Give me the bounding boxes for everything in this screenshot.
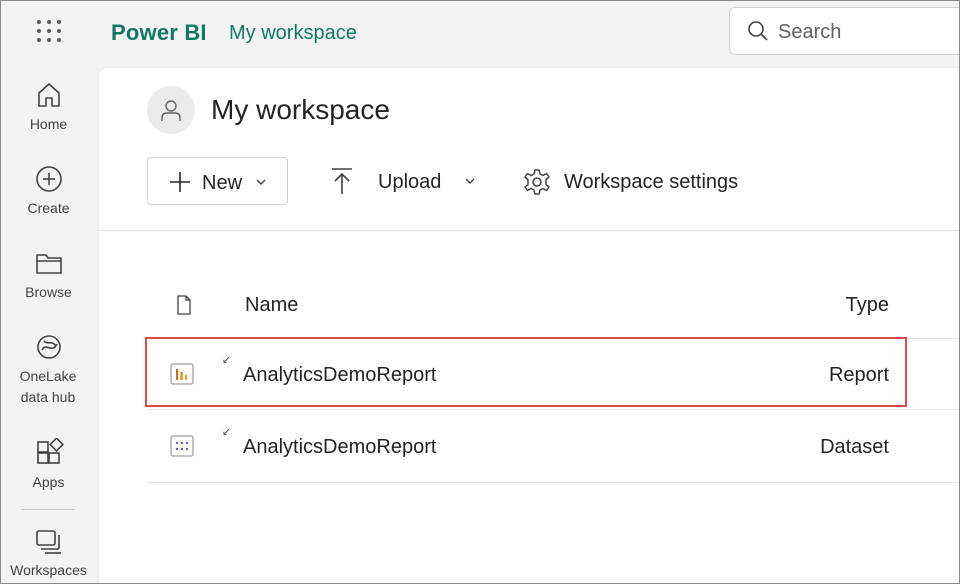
brand-title[interactable]: Power BI — [111, 20, 207, 46]
search-box[interactable] — [729, 7, 960, 55]
table-row[interactable]: ↙ AnalyticsDemoReport Report — [147, 338, 960, 410]
file-type-icon — [177, 295, 191, 315]
create-icon — [35, 166, 62, 192]
apps-icon — [36, 438, 64, 464]
folder-icon — [35, 254, 62, 274]
search-input[interactable] — [778, 18, 958, 46]
workspaces-icon — [35, 530, 61, 554]
upload-button[interactable]: Upload — [329, 164, 489, 200]
table-row[interactable]: ↙ AnalyticsDemoReport Dataset — [147, 411, 960, 483]
search-icon — [748, 21, 768, 41]
nav-label: OneLake data hub — [19, 368, 77, 405]
main-content: My workspace New Upload Workspace settin… — [99, 68, 960, 584]
left-nav: Home Create Browse OneLake data hub Apps… — [0, 66, 97, 584]
item-type: Report — [828, 364, 889, 386]
chevron-down-icon — [465, 178, 475, 184]
nav-item-home[interactable]: Home — [0, 80, 97, 135]
chevron-down-icon — [256, 179, 266, 185]
shortcut-marker-icon: ↙ — [222, 427, 231, 438]
nav-item-apps[interactable]: Apps — [0, 438, 97, 493]
nav-item-workspaces[interactable]: Workspaces — [0, 526, 97, 581]
nav-label: Apps — [32, 474, 65, 490]
person-icon — [161, 100, 181, 121]
item-name[interactable]: AnalyticsDemoReport — [243, 436, 436, 459]
workspace-avatar — [147, 86, 195, 134]
new-button[interactable]: New — [147, 157, 288, 205]
upload-icon — [332, 168, 352, 194]
app-launcher-icon[interactable] — [30, 14, 64, 48]
column-header-name[interactable]: Name — [245, 294, 298, 317]
item-type: Dataset — [820, 436, 889, 458]
breadcrumb[interactable]: My workspace — [229, 22, 357, 45]
nav-item-browse[interactable]: Browse — [0, 248, 97, 303]
nav-item-create[interactable]: Create — [0, 164, 97, 219]
nav-label: Create — [27, 200, 70, 216]
gear-icon — [524, 169, 550, 195]
toolbar-divider — [99, 230, 960, 231]
item-name[interactable]: AnalyticsDemoReport — [243, 364, 436, 387]
new-button-label: New — [202, 172, 243, 194]
nav-label: Browse — [25, 284, 72, 300]
workspace-settings-label: Workspace settings — [564, 171, 739, 193]
page-title: My workspace — [211, 94, 390, 125]
nav-item-onelake[interactable]: OneLake data hub — [0, 332, 97, 408]
onelake-icon — [36, 335, 61, 359]
top-bar: Power BI My workspace — [0, 0, 960, 66]
workspace-settings-button[interactable]: Workspace settings — [523, 164, 763, 200]
column-header-type[interactable]: Type — [846, 294, 889, 317]
nav-label: Home — [29, 116, 68, 132]
upload-button-label: Upload — [378, 171, 442, 193]
report-icon — [170, 363, 194, 385]
home-icon — [37, 83, 60, 107]
nav-divider — [21, 509, 75, 510]
plus-icon — [170, 172, 190, 192]
shortcut-marker-icon: ↙ — [222, 355, 231, 366]
nav-label: Workspaces — [10, 562, 87, 578]
dataset-icon — [170, 435, 194, 457]
